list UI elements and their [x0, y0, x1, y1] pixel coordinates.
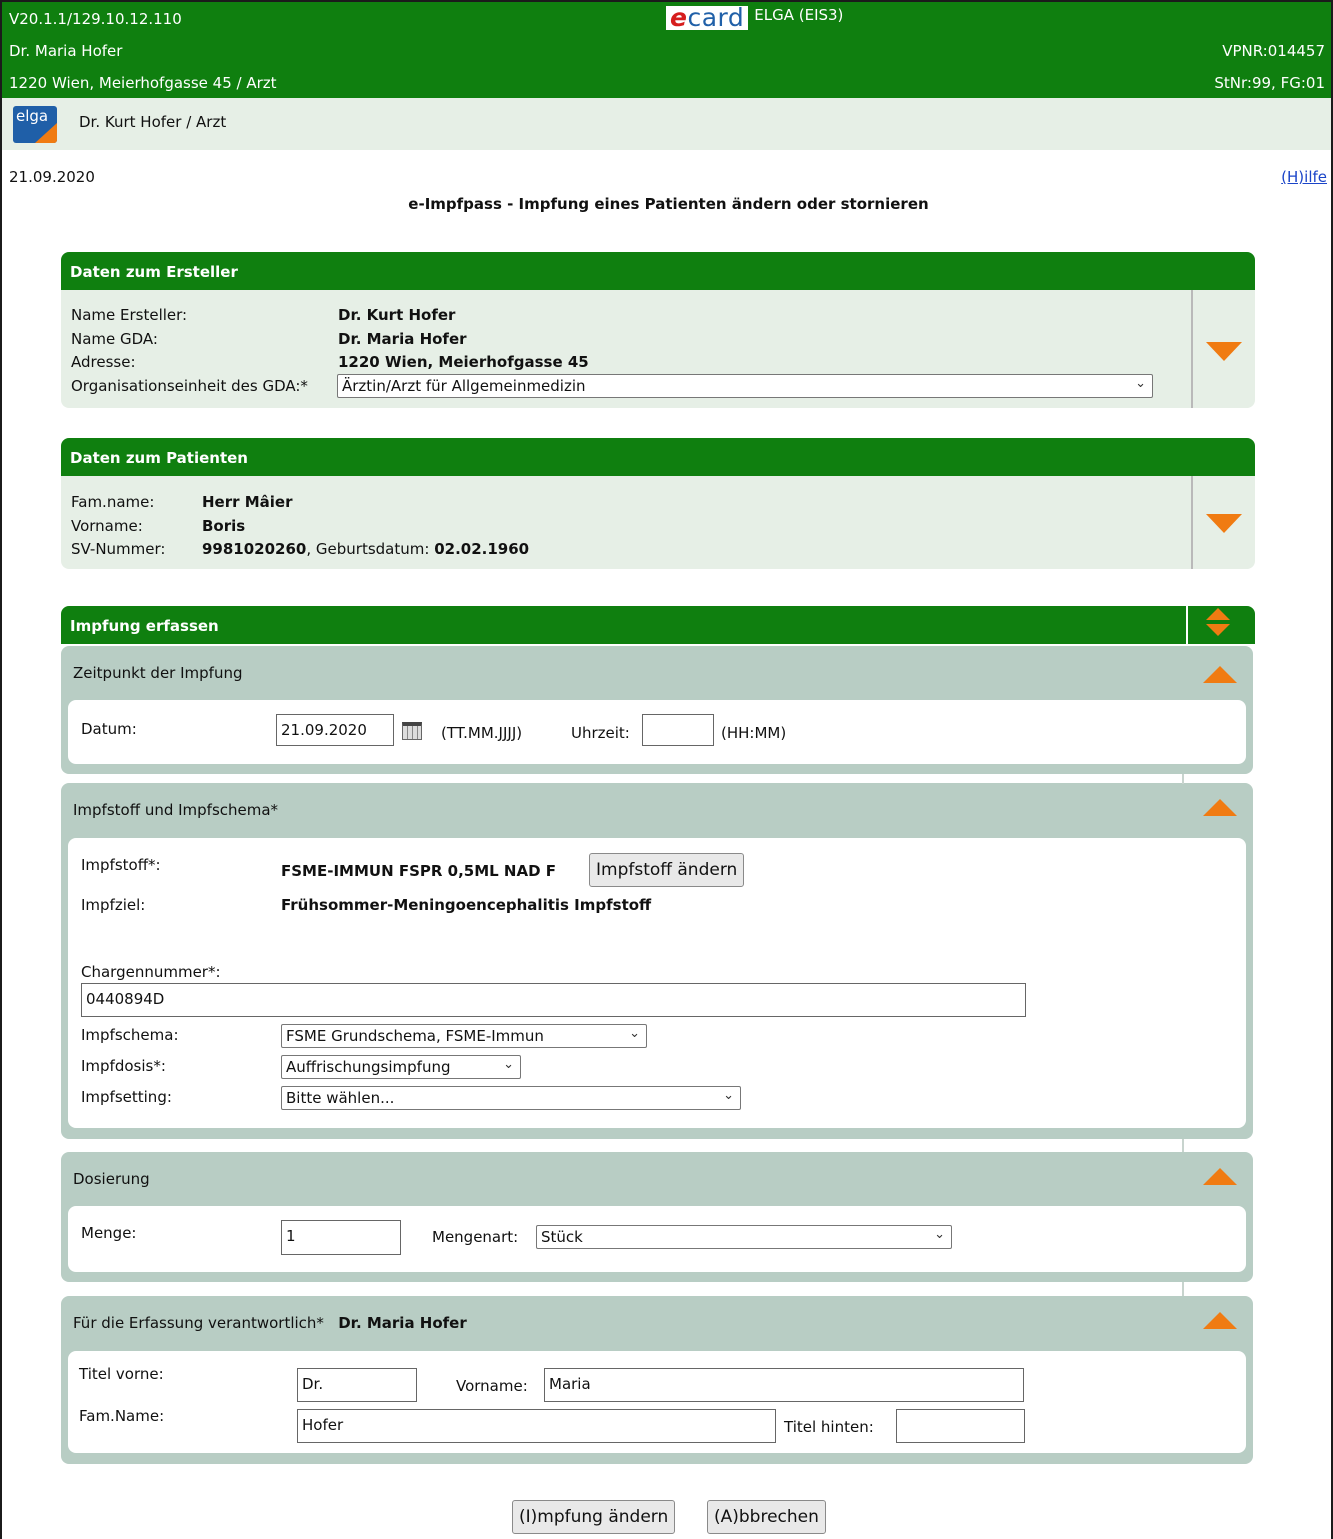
mengenart-label: Mengenart: — [432, 1228, 519, 1246]
ecard-logo: ecard — [666, 5, 749, 30]
impfschema-select[interactable]: FSME Grundschema, FSME-Immun ⌄ — [281, 1024, 647, 1048]
birthdate-value: 02.02.1960 — [434, 540, 530, 558]
top-header: V20.1.1/129.10.12.110 ecard ELGA (EIS3) … — [2, 2, 1331, 98]
collapse-triangle-icon[interactable] — [1203, 1312, 1237, 1329]
stnr: StNr:99, FG:01 — [1214, 74, 1325, 92]
uhrzeit-label: Uhrzeit: — [571, 724, 630, 742]
titel-vorne-label: Titel vorne: — [79, 1365, 164, 1383]
patient-famname-value: Herr Mâier — [202, 493, 293, 511]
org-unit-select[interactable]: Ärztin/Arzt für Allgemeinmedizin ⌄ — [337, 374, 1153, 398]
dosierung-section: Dosierung Menge: 1 Mengenart: Stück ⌄ — [61, 1152, 1253, 1282]
chevron-down-icon: ⌄ — [503, 1057, 514, 1072]
zeitpunkt-title: Zeitpunkt der Impfung — [73, 664, 243, 682]
chevron-down-icon: ⌄ — [629, 1026, 640, 1041]
dosierung-title: Dosierung — [73, 1170, 150, 1188]
collapse-triangle-icon[interactable] — [1203, 799, 1237, 816]
change-vaccine-button[interactable]: Impfstoff ändern — [589, 853, 745, 887]
birthdate-label: , Geburtsdatum: — [306, 540, 430, 558]
ersteller-name-label: Name Ersteller: — [71, 306, 188, 324]
ersteller-header[interactable]: Daten zum Ersteller — [61, 252, 1255, 290]
verantwortlich-name: Dr. Maria Hofer — [338, 1314, 467, 1332]
datum-format: (TT.MM.JJJJ) — [441, 724, 523, 742]
impfstoff-title: Impfstoff und Impfschema* — [73, 801, 279, 819]
chevron-down-icon: ⌄ — [1135, 376, 1146, 391]
address-label: Adresse: — [71, 353, 136, 371]
datum-label: Datum: — [81, 720, 137, 738]
impfstoff-value: FSME-IMMUN FSPR 0,5ML NAD F — [281, 862, 557, 880]
sv-number-value: 9981020260 — [202, 540, 307, 558]
charge-label: Chargennummer*: — [81, 963, 221, 981]
menge-input[interactable]: 1 — [281, 1220, 401, 1255]
impfziel-value: Frühsommer-Meningoencephalitis Impfstoff — [281, 896, 652, 914]
sv-line: 9981020260, Geburtsdatum: 02.02.1960 — [202, 540, 529, 558]
uhrzeit-input[interactable] — [642, 714, 714, 746]
zeitpunkt-section: Zeitpunkt der Impfung Datum: 21.09.2020 … — [61, 646, 1253, 774]
ecard-brand-block: ecard ELGA (EIS3) — [666, 5, 844, 30]
chevron-down-icon: ⌄ — [723, 1088, 734, 1103]
collapse-triangle-icon[interactable] — [1203, 1168, 1237, 1185]
help-link[interactable]: (H)ilfe — [1281, 168, 1327, 186]
impfung-title: Impfung erfassen — [70, 617, 219, 635]
impfung-header: Impfung erfassen — [61, 606, 1255, 644]
current-date: 21.09.2020 — [9, 168, 95, 186]
impfdosis-label: Impfdosis*: — [81, 1057, 166, 1075]
calendar-icon[interactable] — [402, 722, 422, 740]
current-user: Dr. Kurt Hofer / Arzt — [79, 113, 227, 131]
titel-hinten-input[interactable] — [896, 1409, 1025, 1443]
sv-number-label: SV-Nummer: — [71, 540, 166, 558]
vpnr: VPNR:014457 — [1222, 42, 1325, 60]
save-vaccination-button[interactable]: (I)mpfung ändern — [512, 1500, 676, 1534]
impfstoff-label: Impfstoff*: — [81, 856, 161, 874]
expand-triangle-icon[interactable] — [1206, 342, 1242, 361]
expand-triangle-icon[interactable] — [1206, 514, 1242, 533]
elga-logo-icon: elga — [13, 106, 57, 143]
datum-input[interactable]: 21.09.2020 — [276, 714, 394, 746]
impfstoff-section: Impfstoff und Impfschema* Impfstoff*: FS… — [61, 783, 1253, 1139]
verantwortlich-section: Für die Erfassung verantwortlich* Dr. Ma… — [61, 1296, 1253, 1464]
impfschema-label: Impfschema: — [81, 1026, 179, 1044]
page-title: e-Impfpass - Impfung eines Patienten änd… — [408, 195, 929, 213]
impfsetting-label: Impfsetting: — [81, 1088, 172, 1106]
patient-vorname-value: Boris — [202, 517, 246, 535]
vorname-label: Vorname: — [456, 1377, 528, 1395]
patient-famname-label: Fam.name: — [71, 493, 155, 511]
expand-collapse-all-icon[interactable] — [1206, 606, 1232, 640]
org-unit-label: Organisationseinheit des GDA:* — [71, 377, 308, 395]
famname-label: Fam.Name: — [79, 1407, 165, 1425]
user-bar: elga Dr. Kurt Hofer / Arzt — [2, 98, 1331, 150]
verantwortlich-title: Für die Erfassung verantwortlich* Dr. Ma… — [73, 1314, 467, 1332]
gda-name-value: Dr. Maria Hofer — [338, 330, 467, 348]
patient-vorname-label: Vorname: — [71, 517, 143, 535]
famname-input[interactable]: Hofer — [297, 1409, 776, 1443]
uhrzeit-format: (HH:MM) — [721, 724, 787, 742]
patient-header[interactable]: Daten zum Patienten — [61, 438, 1255, 476]
ersteller-panel: Name Ersteller: Dr. Kurt Hofer Name GDA:… — [61, 290, 1255, 408]
chevron-down-icon: ⌄ — [934, 1227, 945, 1242]
address-value: 1220 Wien, Meierhofgasse 45 — [338, 353, 589, 371]
charge-input[interactable]: 0440894D — [81, 983, 1026, 1017]
version-ip: V20.1.1/129.10.12.110 — [9, 10, 182, 28]
cancel-button[interactable]: (A)bbrechen — [707, 1500, 826, 1534]
app-title: ELGA (EIS3) — [754, 6, 844, 24]
collapse-triangle-icon[interactable] — [1203, 666, 1237, 683]
gda-name: Dr. Maria Hofer — [9, 42, 123, 60]
patient-panel: Fam.name: Herr Mâier Vorname: Boris SV-N… — [61, 476, 1255, 569]
app-window: V20.1.1/129.10.12.110 ecard ELGA (EIS3) … — [0, 0, 1333, 1539]
ersteller-name-value: Dr. Kurt Hofer — [338, 306, 456, 324]
impfziel-label: Impfziel: — [81, 896, 146, 914]
mengenart-select[interactable]: Stück ⌄ — [536, 1225, 952, 1249]
gda-name-label: Name GDA: — [71, 330, 158, 348]
impfsetting-select[interactable]: Bitte wählen... ⌄ — [281, 1086, 741, 1110]
vorname-input[interactable]: Maria — [544, 1368, 1024, 1402]
gda-address: 1220 Wien, Meierhofgasse 45 / Arzt — [9, 74, 277, 92]
menge-label: Menge: — [81, 1224, 137, 1242]
titel-vorne-input[interactable]: Dr. — [297, 1368, 417, 1402]
impfdosis-select[interactable]: Auffrischungsimpfung ⌄ — [281, 1055, 521, 1079]
titel-hinten-label: Titel hinten: — [784, 1418, 874, 1436]
